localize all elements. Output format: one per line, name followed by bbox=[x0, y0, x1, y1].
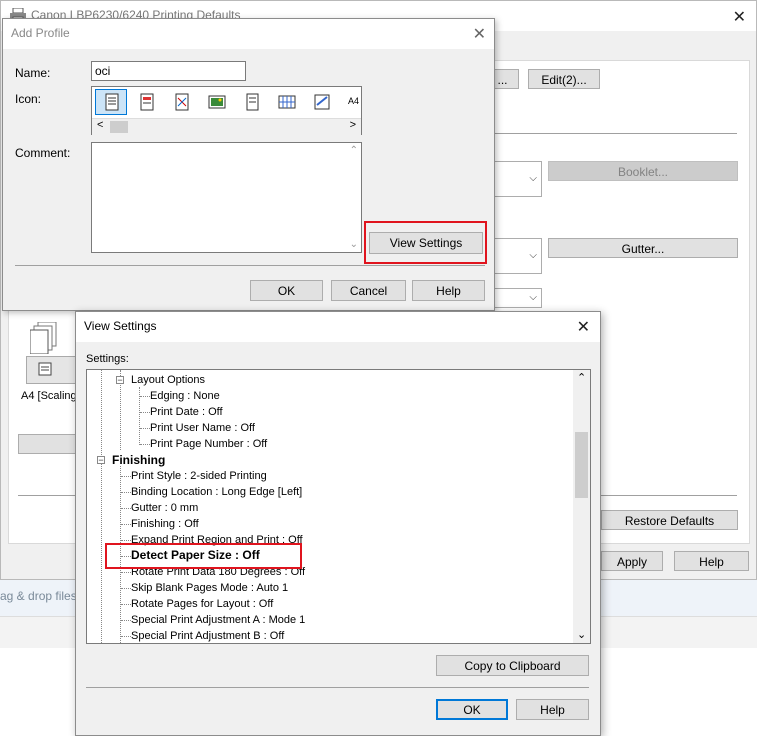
separator bbox=[15, 265, 485, 266]
add-profile-titlebar: Add Profile ✕ bbox=[3, 19, 494, 49]
tree-item[interactable]: Print Page Number : Off bbox=[150, 436, 267, 452]
view-settings-dialog: View Settings ✕ Settings: − Layout Optio… bbox=[75, 311, 601, 736]
tree-scrollbar[interactable]: ⌃ ⌄ bbox=[573, 370, 590, 643]
a4-icon-text: A4 bbox=[348, 96, 360, 106]
scroll-up-icon[interactable]: ⌃ bbox=[577, 371, 586, 384]
tree-item-finishing[interactable]: Finishing bbox=[112, 452, 165, 468]
chevron-down-icon: ⌵ bbox=[529, 173, 537, 184]
separator bbox=[18, 495, 76, 496]
ok-button[interactable]: OK bbox=[436, 699, 508, 720]
document-icon[interactable] bbox=[103, 93, 121, 111]
tree-branch bbox=[121, 572, 131, 573]
settings-tree[interactable]: − Layout Options Edging : None Print Dat… bbox=[86, 369, 591, 644]
tree-item[interactable]: Special Print Adjustment A : Mode 1 bbox=[131, 612, 305, 628]
preview-toolbar bbox=[26, 356, 80, 384]
apply-button[interactable]: Apply bbox=[601, 551, 663, 571]
tree-item[interactable]: Gutter : 0 mm bbox=[131, 500, 198, 516]
add-profile-title: Add Profile bbox=[11, 26, 70, 40]
restore-defaults-button[interactable]: Restore Defaults bbox=[601, 510, 738, 530]
chevron-down-icon: ⌵ bbox=[529, 292, 537, 303]
tree-item[interactable]: Skip Blank Pages Mode : Auto 1 bbox=[131, 580, 288, 596]
help-button[interactable]: Help bbox=[674, 551, 749, 571]
tree-branch bbox=[121, 476, 131, 477]
tree-branch bbox=[121, 620, 131, 621]
scroll-thumb[interactable] bbox=[110, 121, 128, 133]
scroll-down-icon[interactable]: ⌄ bbox=[350, 239, 358, 250]
drag-drop-text: ag & drop files bbox=[0, 589, 77, 603]
close-icon[interactable]: ✕ bbox=[577, 317, 590, 337]
preview-settings-button[interactable] bbox=[18, 434, 78, 454]
close-icon[interactable]: ✕ bbox=[473, 24, 486, 44]
close-icon[interactable]: ✕ bbox=[733, 7, 746, 27]
photo-page-icon[interactable] bbox=[208, 93, 226, 111]
a4-page-icon[interactable]: A4 bbox=[347, 93, 361, 111]
tree-item[interactable]: Print Date : Off bbox=[150, 404, 223, 420]
scroll-down-icon[interactable]: ⌄ bbox=[577, 628, 586, 641]
collapse-icon[interactable]: − bbox=[116, 376, 124, 385]
pages-icon bbox=[29, 321, 58, 357]
scroll-right-icon[interactable]: > bbox=[350, 119, 356, 131]
page-layout-icon[interactable] bbox=[138, 93, 156, 111]
booklet-button[interactable]: Booklet... bbox=[548, 161, 738, 181]
tree-branch bbox=[140, 396, 150, 397]
tree-item[interactable]: Print User Name : Off bbox=[150, 420, 255, 436]
comment-label: Comment: bbox=[15, 146, 71, 160]
combo-box-2[interactable]: ⌵ bbox=[494, 238, 542, 274]
tree-branch bbox=[121, 508, 131, 509]
tree-branch bbox=[121, 604, 131, 605]
preview-label: A4 [Scaling bbox=[21, 390, 77, 402]
tree-item[interactable]: Special Print Adjustment B : Off bbox=[131, 628, 284, 643]
tree-item[interactable]: Print Style : 2-sided Printing bbox=[131, 468, 267, 484]
detect-paper-size-highlight bbox=[105, 543, 302, 569]
tree-item[interactable]: Binding Location : Long Edge [Left] bbox=[131, 484, 302, 500]
tree-item[interactable]: Layout Options bbox=[131, 372, 205, 388]
tree-branch bbox=[140, 444, 150, 445]
name-field-value: oci bbox=[95, 64, 111, 78]
chevron-down-icon: ⌵ bbox=[529, 250, 537, 261]
tree-item[interactable]: Edging : None bbox=[150, 388, 220, 404]
gutter-button[interactable]: Gutter... bbox=[548, 238, 738, 258]
tree-item[interactable]: Finishing : Off bbox=[131, 516, 199, 532]
combo-box[interactable]: ⌵ bbox=[494, 161, 542, 197]
document-icon bbox=[38, 362, 52, 379]
tree-branch bbox=[121, 636, 131, 637]
tree-item[interactable]: Rotate Pages for Layout : Off bbox=[131, 596, 273, 612]
color-page-icon[interactable] bbox=[173, 93, 191, 111]
tree-branch bbox=[121, 540, 131, 541]
collapse-icon[interactable]: − bbox=[97, 456, 105, 465]
add-profile-dialog: Add Profile ✕ Name: oci Icon: A4 < > Com… bbox=[2, 18, 495, 311]
scroll-up-icon[interactable]: ⌃ bbox=[350, 145, 358, 156]
separator bbox=[494, 133, 737, 134]
ok-button[interactable]: OK bbox=[250, 280, 323, 301]
separator bbox=[601, 495, 737, 496]
grid-page-icon[interactable] bbox=[278, 93, 296, 111]
tree-guide bbox=[101, 370, 102, 643]
icon-picker[interactable]: A4 < > bbox=[91, 86, 362, 135]
booklet-page-icon[interactable] bbox=[243, 93, 261, 111]
tree-branch bbox=[140, 412, 150, 413]
poster-page-icon[interactable] bbox=[313, 93, 331, 111]
icon-label: Icon: bbox=[15, 92, 42, 106]
name-field[interactable]: oci bbox=[91, 61, 246, 81]
cancel-button[interactable]: Cancel bbox=[331, 280, 406, 301]
help-button[interactable]: Help bbox=[412, 280, 485, 301]
edit-2-button[interactable]: Edit(2)... bbox=[528, 69, 600, 89]
tree-branch bbox=[140, 428, 150, 429]
tree-branch bbox=[121, 588, 131, 589]
icon-scrollbar[interactable]: < > bbox=[92, 118, 361, 135]
tree-branch bbox=[121, 524, 131, 525]
tree-branch bbox=[121, 492, 131, 493]
settings-label: Settings: bbox=[86, 353, 129, 365]
scroll-left-icon[interactable]: < bbox=[97, 119, 103, 131]
copy-to-clipboard-button[interactable]: Copy to Clipboard bbox=[436, 655, 589, 676]
view-settings-title: View Settings bbox=[84, 319, 157, 333]
separator bbox=[86, 687, 589, 688]
scroll-thumb[interactable] bbox=[575, 432, 588, 498]
view-settings-titlebar: View Settings ✕ bbox=[76, 312, 600, 342]
comment-field[interactable]: ⌃ ⌄ bbox=[91, 142, 362, 253]
view-settings-highlight bbox=[364, 221, 487, 264]
help-button[interactable]: Help bbox=[516, 699, 589, 720]
name-label: Name: bbox=[15, 66, 51, 80]
combo-box-3[interactable]: ⌵ bbox=[494, 288, 542, 308]
